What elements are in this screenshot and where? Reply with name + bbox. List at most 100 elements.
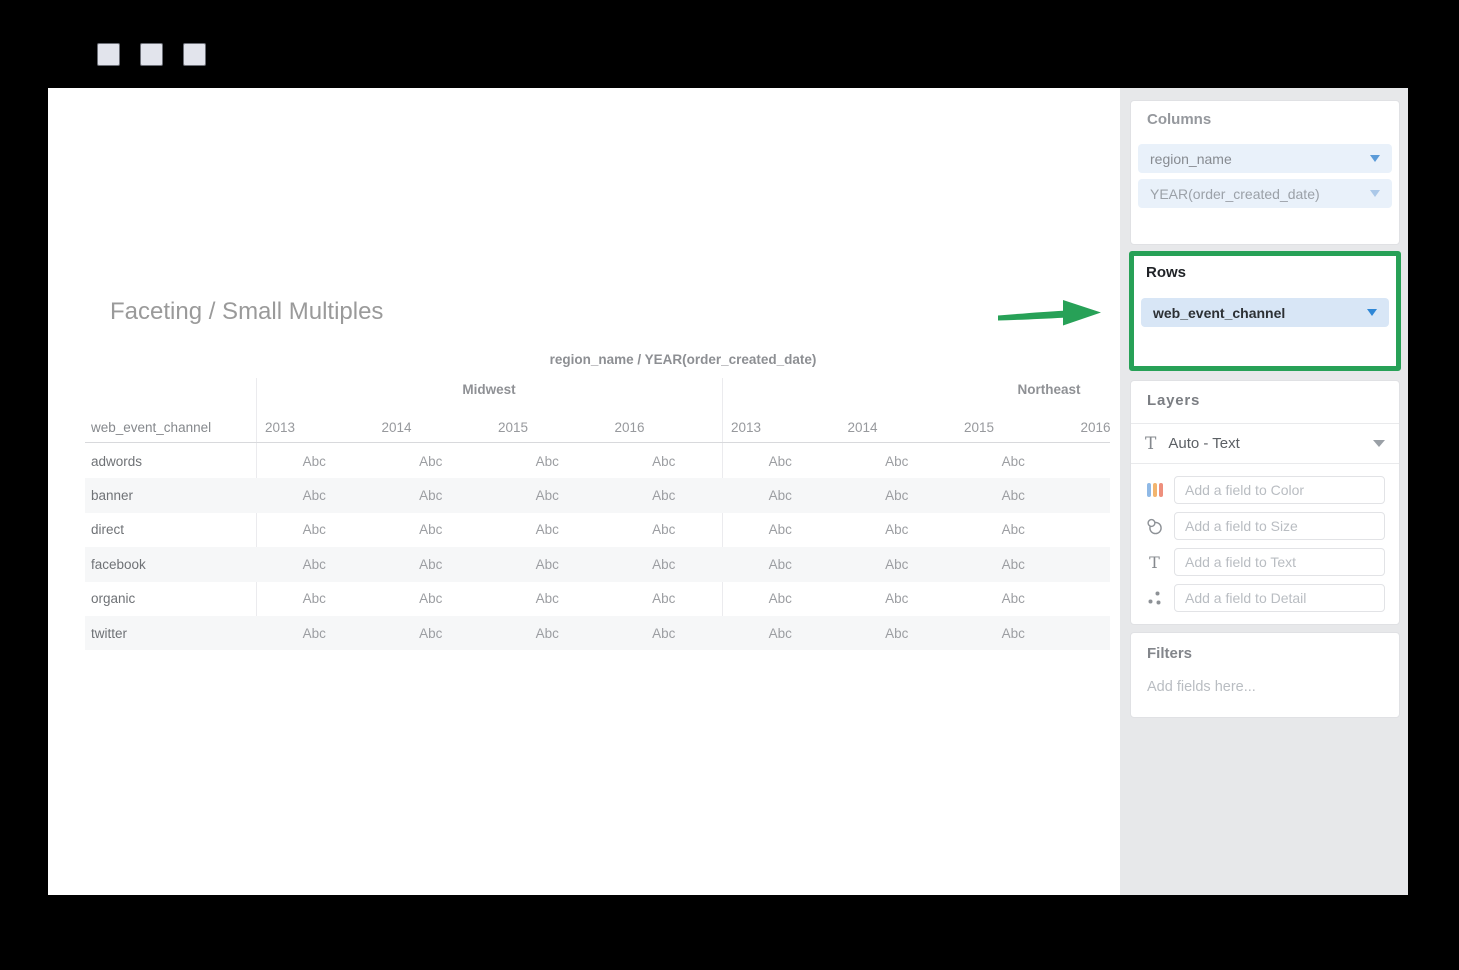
row-label: direct (85, 522, 256, 537)
table-cell: Abc (955, 522, 1072, 537)
size-field-input[interactable] (1174, 512, 1385, 540)
chevron-down-icon[interactable] (1367, 309, 1377, 316)
table-cell: Abc (489, 522, 606, 537)
row-label: twitter (85, 626, 256, 641)
table-cell: Abc (256, 488, 373, 503)
table-cell: Abc (606, 454, 723, 469)
table-rows: adwords AbcAbcAbcAbcAbcAbcAbc banner Abc… (85, 444, 1110, 650)
table-cell: Abc (489, 626, 606, 641)
detail-field-input[interactable] (1174, 584, 1385, 612)
row-dimension-header: web_event_channel (85, 420, 256, 442)
table-cell: Abc (955, 591, 1072, 606)
year-header: 2013 (722, 420, 839, 442)
year-header: 2014 (839, 420, 956, 442)
table-cell: Abc (256, 557, 373, 572)
config-sidebar: Columns region_name YEAR(order_created_d… (1120, 88, 1408, 895)
table-cell: Abc (606, 522, 723, 537)
table-cell: Abc (839, 591, 956, 606)
table-row: direct AbcAbcAbcAbcAbcAbcAbc (85, 513, 1110, 547)
table-cell: Abc (606, 591, 723, 606)
rows-section-highlighted: Rows web_event_channel (1129, 251, 1401, 371)
table-cell: Abc (839, 522, 956, 537)
row-label: organic (85, 591, 256, 606)
filters-placeholder: Add fields here... (1147, 679, 1256, 695)
field-pill-web-event-channel[interactable]: web_event_channel (1141, 298, 1389, 327)
row-label: facebook (85, 557, 256, 572)
layers-section-title: Layers (1147, 392, 1200, 409)
layer-type-dropdown[interactable]: T Auto - Text (1131, 423, 1399, 464)
table-cell: Abc (839, 557, 956, 572)
table-cell: Abc (373, 591, 490, 606)
table-cell: Abc (489, 591, 606, 606)
table-cell: Abc (606, 626, 723, 641)
table-cell: Abc (489, 454, 606, 469)
table-cell: Abc (722, 557, 839, 572)
table-cell: Abc (256, 454, 373, 469)
year-header-row: web_event_channel 2013 2014 2015 2016 20… (85, 408, 1110, 443)
window-control-icon[interactable] (97, 43, 120, 66)
field-pill-year-order-created-date[interactable]: YEAR(order_created_date) (1138, 179, 1392, 208)
table-cell: Abc (839, 626, 956, 641)
rows-section-title: Rows (1146, 264, 1186, 281)
table-cell: Abc (955, 488, 1072, 503)
row-label: adwords (85, 454, 256, 469)
table-row: twitter AbcAbcAbcAbcAbcAbcAbc (85, 616, 1110, 650)
table-cell: Abc (955, 454, 1072, 469)
table-cell: Abc (489, 557, 606, 572)
chevron-down-icon[interactable] (1373, 440, 1385, 447)
table-cell: Abc (373, 626, 490, 641)
pivot-table: region_name / YEAR(order_created_date) M… (85, 352, 1110, 654)
row-label: banner (85, 488, 256, 503)
chevron-down-icon[interactable] (1370, 190, 1380, 197)
columns-section-title: Columns (1147, 111, 1211, 128)
table-cell: Abc (722, 488, 839, 503)
table-cell: Abc (606, 488, 723, 503)
table-cell: Abc (722, 591, 839, 606)
filters-section[interactable]: Filters Add fields here... (1130, 632, 1400, 718)
table-cell: Abc (722, 454, 839, 469)
table-cell: Abc (955, 557, 1072, 572)
year-header: 2016 (1072, 420, 1111, 442)
table-cell: Abc (256, 591, 373, 606)
table-cell: Abc (722, 626, 839, 641)
table-cell: Abc (606, 557, 723, 572)
group-header-midwest: Midwest (256, 382, 722, 397)
year-header: 2015 (489, 420, 606, 442)
table-cell: Abc (955, 626, 1072, 641)
size-circles-icon (1146, 518, 1163, 535)
table-cell: Abc (373, 557, 490, 572)
color-swatches-icon (1146, 483, 1163, 497)
table-cell: Abc (839, 454, 956, 469)
window-control-icon[interactable] (140, 43, 163, 66)
pivot-dimensions-header: region_name / YEAR(order_created_date) (256, 352, 1110, 367)
text-field-input[interactable] (1174, 548, 1385, 576)
layers-section: Layers T Auto - Text (1130, 380, 1400, 625)
table-row: organic AbcAbcAbcAbcAbcAbcAbc (85, 582, 1110, 616)
viz-title: Faceting / Small Multiples (110, 298, 383, 326)
year-header: 2013 (256, 420, 373, 442)
detail-slot (1131, 584, 1399, 612)
window-control-icon[interactable] (183, 43, 206, 66)
layer-field-slots: T (1131, 476, 1399, 620)
text-slot: T (1131, 548, 1399, 576)
table-cell: Abc (256, 522, 373, 537)
table-row: adwords AbcAbcAbcAbcAbcAbcAbc (85, 444, 1110, 478)
field-pill-region-name[interactable]: region_name (1138, 144, 1392, 173)
visualization-area: Faceting / Small Multiples region_name /… (48, 88, 1120, 895)
size-slot (1131, 512, 1399, 540)
table-cell: Abc (489, 488, 606, 503)
year-header: 2015 (955, 420, 1072, 442)
year-header: 2016 (606, 420, 723, 442)
color-slot (1131, 476, 1399, 504)
filters-section-title: Filters (1147, 645, 1192, 662)
columns-section: Columns region_name YEAR(order_created_d… (1130, 100, 1400, 245)
annotation-arrow-icon (995, 292, 1105, 332)
chevron-down-icon[interactable] (1370, 155, 1380, 162)
window-titlebar (0, 0, 1459, 88)
table-cell: Abc (373, 488, 490, 503)
table-row: facebook AbcAbcAbcAbcAbcAbcAbc (85, 547, 1110, 581)
table-cell: Abc (722, 522, 839, 537)
color-field-input[interactable] (1174, 476, 1385, 504)
group-header-northeast: Northeast (816, 382, 1110, 397)
text-icon: T (1145, 434, 1156, 454)
